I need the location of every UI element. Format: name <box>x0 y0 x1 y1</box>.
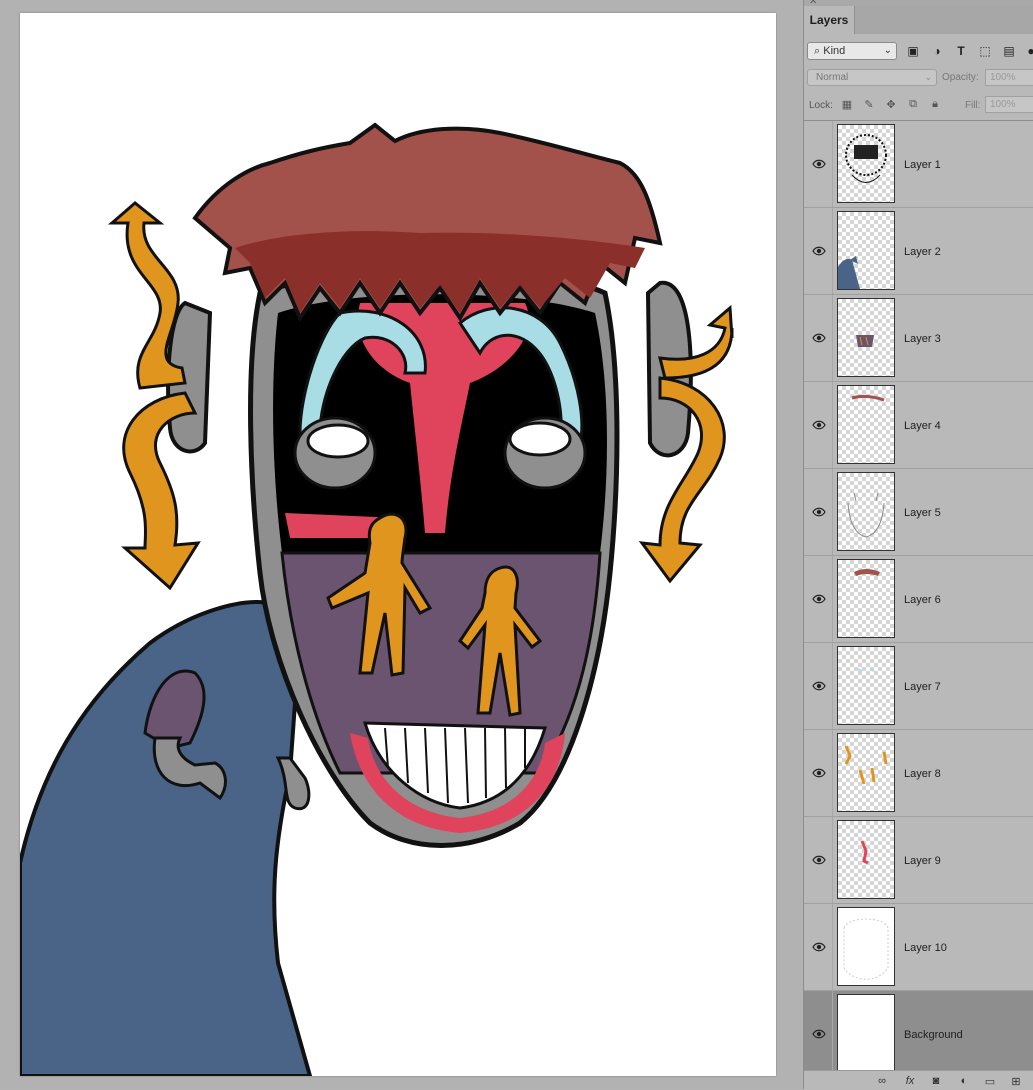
layer-thumbnail[interactable] <box>837 298 895 377</box>
layer-row[interactable]: Layer 6 <box>804 556 1033 643</box>
adjustment-layer-icon[interactable]: ◐ <box>956 1074 972 1088</box>
eye-icon[interactable] <box>812 505 826 517</box>
type-filter-icon[interactable]: T <box>952 42 970 60</box>
layer-thumbnail[interactable] <box>837 907 895 986</box>
layer-name[interactable]: Layer 9 <box>904 855 941 867</box>
visibility-divider <box>832 730 833 816</box>
layer-row[interactable]: Layer 1 <box>804 121 1033 208</box>
eye-icon[interactable] <box>812 679 826 691</box>
fx-icon[interactable]: fx <box>902 1074 918 1088</box>
eye-icon[interactable] <box>812 853 826 865</box>
opacity-field[interactable]: 100% <box>985 69 1033 86</box>
chevron-down-icon: ⌄ <box>883 45 892 56</box>
shape-filter-icon[interactable]: ⬚ <box>976 42 994 60</box>
layer-name[interactable]: Layer 7 <box>904 681 941 693</box>
blend-mode-select[interactable]: Normal ⌄ <box>807 69 937 86</box>
layer-list: Layer 1 Layer 2 Layer 3 Layer 4 Layer 5 Layer… <box>804 120 1033 1078</box>
visibility-divider <box>832 208 833 294</box>
layer-row[interactable]: Layer 8 <box>804 730 1033 817</box>
visibility-divider <box>832 643 833 729</box>
lock-image-icon[interactable]: ✎ <box>861 96 877 112</box>
lock-artboard-icon[interactable]: ⧉ <box>905 96 921 112</box>
visibility-divider <box>832 469 833 555</box>
layer-row[interactable]: Layer 7 <box>804 643 1033 730</box>
tab-layers[interactable]: Layers <box>804 6 855 34</box>
layer-thumbnail[interactable] <box>837 559 895 638</box>
lock-position-icon[interactable]: ✥ <box>883 96 899 112</box>
opacity-label: Opacity: <box>942 72 979 83</box>
eye-icon[interactable] <box>812 157 826 169</box>
layer-thumbnail[interactable] <box>837 124 895 203</box>
eye-right <box>508 421 572 457</box>
layer-thumbnail[interactable] <box>837 385 895 464</box>
kind-filter-label: Kind <box>823 45 846 57</box>
adjustment-filter-icon[interactable]: ◑ <box>928 42 946 60</box>
filter-toggle-icon[interactable]: ● <box>1022 42 1033 60</box>
fill-field[interactable]: 100% <box>985 96 1033 113</box>
layer-row[interactable]: Background <box>804 991 1033 1078</box>
visibility-divider <box>832 991 833 1077</box>
eye-left <box>306 423 370 459</box>
layer-name[interactable]: Layer 5 <box>904 507 941 519</box>
layer-name[interactable]: Layer 8 <box>904 768 941 780</box>
pixel-filter-icon[interactable]: ▣ <box>904 42 922 60</box>
folder-icon[interactable]: ▭ <box>982 1074 998 1088</box>
layers-panel: ✕ Layers ⌕ Kind ⌄ ▣ ◑ T ⬚ ▤ ● Normal ⌄ O… <box>803 0 1033 1090</box>
eye-icon[interactable] <box>812 766 826 778</box>
link-layers-icon[interactable]: ∞ <box>874 1074 890 1088</box>
layer-thumbnail[interactable] <box>837 733 895 812</box>
lock-transparent-icon[interactable]: ▦ <box>839 96 855 112</box>
layer-thumbnail[interactable] <box>837 820 895 899</box>
layer-thumbnail[interactable] <box>837 211 895 290</box>
layer-name[interactable]: Layer 6 <box>904 594 941 606</box>
panel-tab-strip: Layers <box>804 6 1033 34</box>
visibility-divider <box>832 556 833 642</box>
lock-label: Lock: <box>809 100 833 111</box>
search-icon: ⌕ <box>814 45 821 57</box>
visibility-divider <box>832 295 833 381</box>
layer-name[interactable]: Layer 1 <box>904 159 941 171</box>
new-layer-icon[interactable]: ⊞ <box>1008 1074 1024 1088</box>
eye-icon[interactable] <box>812 331 826 343</box>
visibility-divider <box>832 817 833 903</box>
fill-label: Fill: <box>965 100 981 111</box>
add-mask-icon[interactable]: ◙ <box>928 1074 944 1088</box>
visibility-divider <box>832 904 833 990</box>
layer-row[interactable]: Layer 2 <box>804 208 1033 295</box>
layer-row[interactable]: Layer 5 <box>804 469 1033 556</box>
eye-icon[interactable] <box>812 244 826 256</box>
kind-filter-select[interactable]: ⌕ Kind ⌄ <box>807 42 897 60</box>
eye-icon[interactable] <box>812 418 826 430</box>
body-shape <box>20 600 313 1076</box>
layer-name[interactable]: Layer 4 <box>904 420 941 432</box>
smart-object-filter-icon[interactable]: ▤ <box>1000 42 1018 60</box>
visibility-divider <box>832 121 833 207</box>
eye-icon[interactable] <box>812 940 826 952</box>
lock-all-icon[interactable]: 🔒︎ <box>927 96 943 112</box>
chevron-down-icon: ⌄ <box>924 72 932 82</box>
eye-icon[interactable] <box>812 1027 826 1039</box>
layer-row[interactable]: Layer 3 <box>804 295 1033 382</box>
layer-thumbnail[interactable] <box>837 994 895 1073</box>
panel-bottom-bar: ∞ fx ◙ ◐ ▭ ⊞ <box>804 1070 1033 1090</box>
layer-row[interactable]: Layer 10 <box>804 904 1033 991</box>
layer-name[interactable]: Layer 2 <box>904 246 941 258</box>
artwork <box>20 122 734 1076</box>
layer-thumbnail[interactable] <box>837 646 895 725</box>
layer-row[interactable]: Layer 9 <box>804 817 1033 904</box>
blend-mode-label: Normal <box>816 72 849 83</box>
layer-name[interactable]: Layer 3 <box>904 333 941 345</box>
eye-icon[interactable] <box>812 592 826 604</box>
layer-name[interactable]: Layer 10 <box>904 942 947 954</box>
layer-thumbnail[interactable] <box>837 472 895 551</box>
document-canvas[interactable] <box>20 13 776 1076</box>
document-workspace <box>0 0 803 1089</box>
layer-name[interactable]: Background <box>904 1029 963 1041</box>
layer-row[interactable]: Layer 4 <box>804 382 1033 469</box>
visibility-divider <box>832 382 833 468</box>
